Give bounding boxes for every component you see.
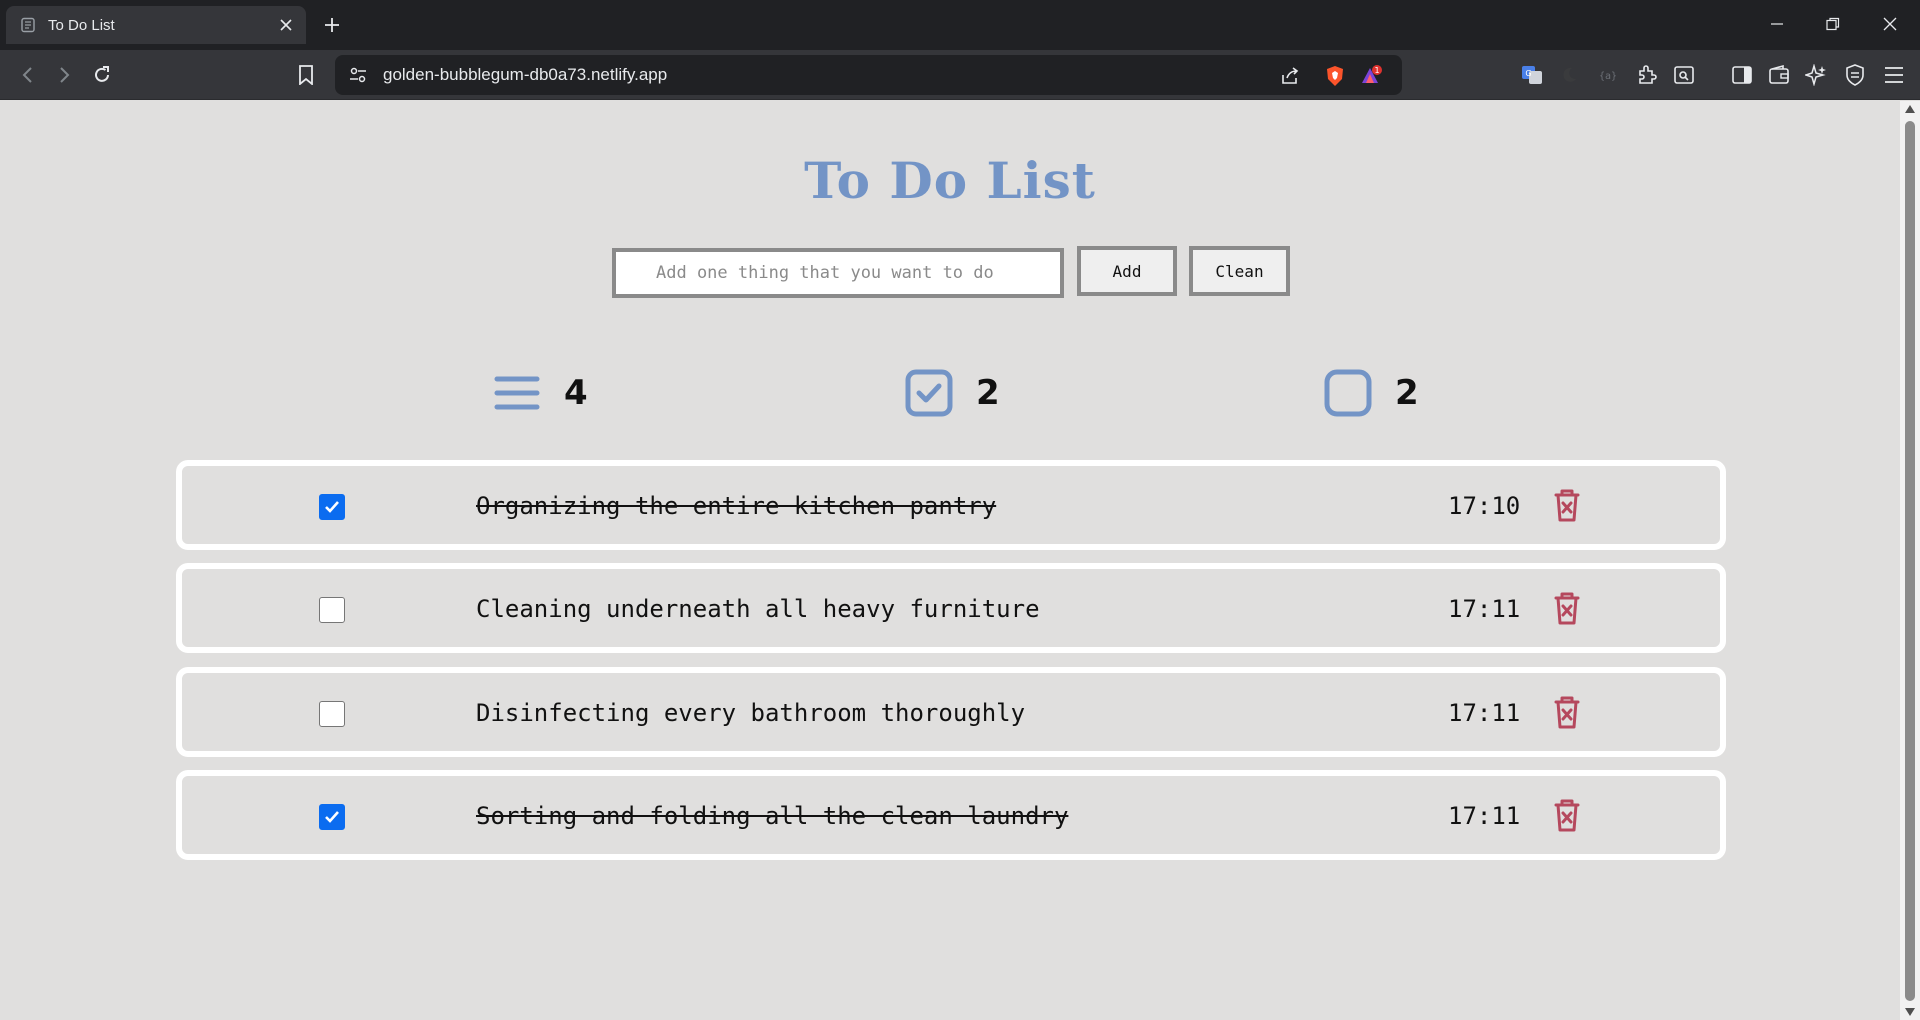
rewards-badge-count: 1 [1374, 66, 1379, 75]
todo-item: Cleaning underneath all heavy furniture 1… [176, 563, 1726, 653]
close-window-button[interactable] [1870, 10, 1910, 38]
leo-ai-icon[interactable] [1804, 63, 1828, 87]
add-button[interactable]: Add [1077, 246, 1177, 296]
svg-text:{a}: {a} [1599, 71, 1617, 82]
todo-item: Sorting and folding all the clean laundr… [176, 770, 1726, 860]
todo-time: 17:11 [1448, 595, 1521, 623]
json-extension-icon[interactable]: {a} [1596, 63, 1620, 87]
todo-time: 17:10 [1448, 492, 1521, 520]
new-tab-button[interactable] [320, 13, 344, 37]
todo-text: Cleaning underneath all heavy furniture [476, 595, 1040, 623]
todo-text: Organizing the entire kitchen pantry [476, 492, 997, 520]
delete-icon[interactable] [1548, 796, 1586, 834]
todo-checkbox[interactable] [319, 494, 345, 520]
brave-shields-icon[interactable] [1323, 64, 1347, 88]
vpn-shield-icon[interactable] [1843, 63, 1867, 87]
menu-icon[interactable] [1882, 63, 1906, 87]
page-content: To Do List Add Clean 4 2 2 Organizing th… [0, 101, 1900, 1020]
todo-text: Sorting and folding all the clean laundr… [476, 802, 1069, 830]
todo-checkbox[interactable] [319, 701, 345, 727]
svg-text:G: G [1525, 69, 1531, 78]
tab-bar: To Do List [0, 0, 1920, 50]
tab-title: To Do List [48, 16, 115, 34]
site-settings-icon[interactable] [349, 67, 367, 83]
todo-input[interactable] [612, 248, 1064, 298]
todo-item: Organizing the entire kitchen pantry 17:1… [176, 460, 1726, 550]
dark-mode-icon[interactable] [1557, 63, 1581, 87]
minimize-button[interactable] [1757, 10, 1797, 38]
back-button[interactable] [16, 63, 40, 87]
completed-stat: 2 [904, 363, 1000, 423]
delete-icon[interactable] [1548, 486, 1586, 524]
browser-toolbar: golden-bubblegum-db0a73.netlify.app 1 G … [0, 50, 1920, 100]
completed-count: 2 [976, 373, 1000, 413]
page-search-icon[interactable] [1672, 63, 1696, 87]
wallet-icon[interactable] [1767, 63, 1791, 87]
restore-button[interactable] [1813, 10, 1853, 38]
page-icon [21, 17, 35, 33]
page-scrollbar[interactable] [1900, 101, 1920, 1020]
check-icon [325, 811, 339, 823]
translate-icon[interactable]: G [1520, 63, 1544, 87]
page-title: To Do List [804, 151, 1096, 210]
browser-tab[interactable]: To Do List [6, 6, 306, 44]
scroll-up-arrow[interactable] [1905, 105, 1915, 113]
delete-icon[interactable] [1548, 693, 1586, 731]
scroll-down-arrow[interactable] [1905, 1008, 1915, 1016]
total-count: 4 [564, 373, 588, 413]
address-bar[interactable]: golden-bubblegum-db0a73.netlify.app 1 [335, 55, 1402, 95]
todo-checkbox[interactable] [319, 804, 345, 830]
reload-button[interactable] [90, 63, 114, 87]
todo-item: Disinfecting every bathroom thoroughly 17… [176, 667, 1726, 757]
checked-box-icon [905, 369, 953, 417]
bookmark-icon[interactable] [294, 63, 318, 87]
todo-time: 17:11 [1448, 802, 1521, 830]
todo-time: 17:11 [1448, 699, 1521, 727]
url-text: golden-bubblegum-db0a73.netlify.app [383, 65, 668, 84]
close-tab-icon[interactable] [276, 15, 296, 35]
extensions-icon[interactable] [1635, 63, 1659, 87]
pending-stat: 2 [1323, 363, 1419, 423]
delete-icon[interactable] [1548, 589, 1586, 627]
sidebar-toggle-icon[interactable] [1730, 63, 1754, 87]
todo-text: Disinfecting every bathroom thoroughly [476, 699, 1026, 727]
total-stat: 4 [492, 363, 588, 423]
todo-checkbox[interactable] [319, 597, 345, 623]
clean-button[interactable]: Clean [1189, 246, 1290, 296]
empty-box-icon [1324, 369, 1372, 417]
forward-button[interactable] [52, 63, 76, 87]
scrollbar-thumb[interactable] [1905, 121, 1915, 1001]
share-icon[interactable] [1278, 64, 1302, 88]
list-icon [494, 376, 540, 410]
check-icon [325, 501, 339, 513]
pending-count: 2 [1395, 373, 1419, 413]
brave-rewards-icon[interactable]: 1 [1359, 64, 1383, 88]
